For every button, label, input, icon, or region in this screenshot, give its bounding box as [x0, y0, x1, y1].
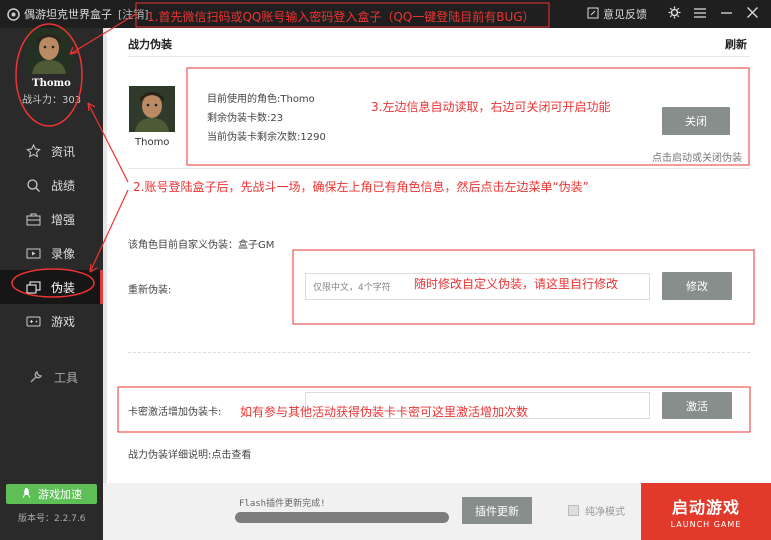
- refresh-button[interactable]: 刷新: [725, 36, 747, 52]
- divider: [128, 168, 750, 169]
- rocket-icon: [21, 487, 32, 501]
- sidebar-item-label: 增强: [51, 212, 76, 227]
- toggle-hint: 点击启动或关闭伪装: [652, 153, 742, 164]
- remaining-times: 当前伪装卡剩余次数:1290: [207, 132, 326, 143]
- sidebar-item-tools[interactable]: 工具: [0, 362, 103, 392]
- minimize-button[interactable]: [713, 0, 739, 28]
- minimize-icon: [720, 8, 732, 21]
- annotation-card: 如有参与其他活动获得伪装卡卡密可这里激活增加次数: [240, 405, 529, 419]
- star-icon: [25, 143, 41, 159]
- rename-label: 重新伪装:: [128, 285, 172, 296]
- pure-mode-label: 纯净模式: [585, 507, 625, 518]
- game-accelerate-button[interactable]: 游戏加速: [6, 484, 97, 504]
- hamburger-icon: [694, 7, 706, 21]
- search-icon: [25, 177, 41, 193]
- video-icon: [25, 245, 41, 261]
- sidebar-item-label: 资讯: [51, 144, 76, 159]
- progress-fill: [235, 512, 449, 523]
- launch-game-button[interactable]: 启动游戏 LAUNCH GAME: [641, 483, 771, 540]
- sidebar-item-replay[interactable]: 录像: [0, 236, 103, 270]
- flash-status: Flash插件更新完成!: [239, 499, 326, 509]
- launch-main-label: 启动游戏: [671, 498, 740, 517]
- app-logo-icon: [6, 7, 20, 21]
- sidebar: Thomo 战斗力：303 资讯 战绩 增强 录像 伪装 游戏 工具 游戏加速 …: [0, 28, 103, 540]
- accel-label: 游戏加速: [38, 488, 82, 501]
- custom-camouflage-label: 该角色目前自家义伪装：盒子GM: [128, 240, 275, 251]
- annotation-step-2: 2.账号登陆盒子后，先战斗一场，确保左上角已有角色信息，然后点击左边菜单“伪装”: [133, 180, 589, 194]
- pure-mode-checkbox[interactable]: [568, 505, 579, 516]
- update-progress-bar: [235, 512, 449, 523]
- gear-icon: [668, 6, 681, 22]
- annotation-rename: 随时修改自定义伪装，请这里自行修改: [414, 277, 619, 291]
- bottom-bar: Flash插件更新完成! 插件更新 纯净模式 启动游戏 LAUNCH GAME: [103, 483, 771, 540]
- menu-button[interactable]: [687, 0, 713, 28]
- launch-sub-label: LAUNCH GAME: [670, 520, 742, 529]
- toolbox-icon: [25, 211, 41, 227]
- sidebar-item-label: 录像: [51, 246, 76, 261]
- dashed-divider: [128, 352, 750, 353]
- close-camouflage-button[interactable]: 关闭: [662, 107, 730, 135]
- wrench-icon: [28, 369, 44, 385]
- edit-icon: [587, 7, 599, 22]
- sidebar-nav: 资讯 战绩 增强 录像 伪装 游戏: [0, 134, 103, 338]
- app-title: 偶游坦克世界盒子: [24, 8, 112, 21]
- feedback-label: 意见反馈: [603, 8, 647, 21]
- logout-link[interactable]: [注销]: [118, 6, 149, 22]
- divider: [128, 56, 750, 57]
- sidebar-item-enhance[interactable]: 增强: [0, 202, 103, 236]
- sidebar-item-label: 游戏: [51, 314, 76, 329]
- close-icon: [746, 7, 758, 21]
- user-name: Thomo: [32, 78, 71, 89]
- annotation-step-3: 3.左边信息自动读取，右边可关闭可开启功能: [371, 100, 611, 114]
- character-name: Thomo: [135, 137, 170, 148]
- activate-button[interactable]: 激活: [662, 392, 732, 419]
- version-text: 版本号：2.2.7.6: [18, 514, 86, 524]
- tools-label: 工具: [54, 370, 79, 385]
- current-role: 目前使用的角色:Thomo: [207, 94, 315, 105]
- plugin-update-button[interactable]: 插件更新: [462, 497, 532, 524]
- feedback-button[interactable]: 意见反馈: [587, 6, 647, 22]
- sidebar-item-label: 伪装: [51, 280, 76, 295]
- settings-button[interactable]: [661, 0, 687, 28]
- sidebar-item-record[interactable]: 战绩: [0, 168, 103, 202]
- layers-icon: [25, 279, 41, 295]
- close-button[interactable]: [739, 0, 765, 28]
- power-value: 战斗力：303: [22, 95, 82, 106]
- detail-link[interactable]: 战力伪装详细说明:点击查看: [128, 446, 251, 461]
- remaining-cards: 剩余伪装卡数:23: [207, 113, 284, 124]
- card-activate-label: 卡密激活增加伪装卡:: [128, 407, 222, 418]
- sidebar-item-game[interactable]: 游戏: [0, 304, 103, 338]
- sidebar-item-news[interactable]: 资讯: [0, 134, 103, 168]
- modify-button[interactable]: 修改: [662, 272, 732, 300]
- avatar[interactable]: [26, 28, 72, 74]
- character-avatar: [129, 86, 175, 132]
- sidebar-item-label: 战绩: [51, 178, 76, 193]
- sidebar-item-camouflage[interactable]: 伪装: [0, 270, 103, 304]
- gamepad-icon: [25, 313, 41, 329]
- page-title: 战力伪装: [128, 38, 172, 51]
- annotation-step-1: 1.首先微信扫码或QQ账号输入密码登入盒子（QQ一键登陆目前有BUG）: [147, 10, 535, 24]
- pure-mode-toggle[interactable]: 纯净模式: [568, 503, 625, 518]
